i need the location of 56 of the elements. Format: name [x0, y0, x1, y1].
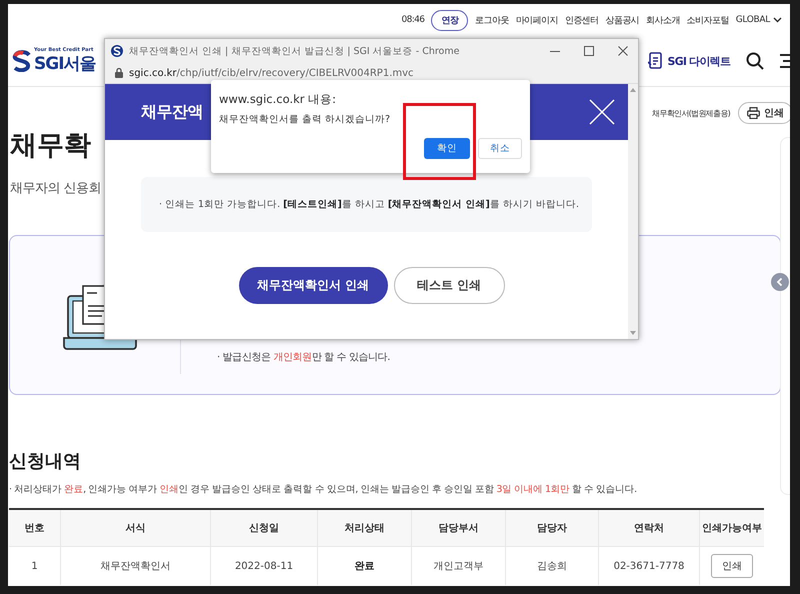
window-title: 채무잔액확인서 인쇄 | 채무잔액확인서 발급신청 | SGI 서울보증 - Chrome	[129, 44, 460, 58]
cancel-button[interactable]: 취소	[478, 138, 522, 159]
column-header: 번호	[9, 509, 60, 546]
print-button[interactable]: 인쇄	[738, 102, 790, 124]
test-print-button[interactable]: 테스트 인쇄	[394, 267, 504, 304]
print-button[interactable]: 채무잔액확인서 인쇄	[238, 267, 388, 304]
document-icon	[648, 52, 664, 70]
column-header: 담당부서	[412, 509, 506, 546]
chevron-down-icon	[773, 17, 782, 23]
column-header: 신청일	[210, 509, 318, 546]
notice-text: · 발급신청은 개인회원만 할 수 있습니다.	[217, 351, 390, 364]
top-link[interactable]: 로그아웃	[475, 14, 509, 26]
print-button[interactable]: 인쇄	[711, 554, 753, 578]
popup-title: 채무잔액	[141, 102, 203, 122]
session-time: 08:46	[401, 15, 424, 25]
top-link[interactable]: 소비자포털	[686, 14, 729, 26]
column-header: 인쇄가능여부	[700, 509, 764, 546]
table-cell: 김송희	[506, 546, 598, 585]
collapse-button[interactable]	[771, 273, 789, 291]
confirm-button[interactable]: 확인	[424, 138, 470, 159]
table-cell: 개인고객부	[412, 546, 506, 585]
column-header: 서식	[60, 509, 210, 546]
column-header: 연락처	[598, 509, 700, 546]
table-cell: 2022-08-11	[210, 546, 318, 585]
scroll-down-icon	[630, 331, 636, 335]
notice-text: · 처리상태가 완료, 인쇄가능 여부가 인쇄 인 경우 발급승인 상태로 출력할 수 있으며, 인쇄는 발급승인 후 승인일 포함 3일 이내에 1회만 할 수 있습니다.	[9, 483, 638, 496]
dialog-title: www.sgic.co.kr 내용:	[219, 92, 338, 107]
logo-icon	[12, 50, 32, 72]
site-icon	[111, 45, 123, 57]
printer-icon	[747, 107, 760, 119]
table-cell: 완료	[318, 546, 412, 585]
top-link[interactable]: 마이페이지	[516, 14, 558, 26]
document-label: 채무확인서(법원제출용)	[652, 108, 730, 118]
direct-link[interactable]: SGI 다이렉트	[648, 52, 730, 70]
search-icon[interactable]	[746, 52, 764, 70]
dialog-message: 채무잔액확인서를 출력 하시겠습니까?	[219, 113, 392, 126]
page-subtitle: 채무자의 신용회	[9, 180, 102, 197]
scroll-up-icon	[630, 88, 636, 92]
top-link[interactable]: 인증센터	[564, 14, 598, 26]
top-link[interactable]: 회사소개	[646, 14, 680, 26]
maximize-icon[interactable]	[584, 46, 594, 56]
logo-text: SGI서울	[34, 53, 96, 75]
table-cell: 02-3671-7778	[598, 546, 700, 585]
page-title: 채무확	[9, 129, 91, 163]
column-header: 담당자	[506, 509, 598, 546]
notice-text: · 인쇄는 1회만 가능합니다. [테스트인쇄]를 하시고 [채무잔액확인서 인쇄]를 하시기 바랍니다.	[159, 198, 579, 211]
extend-button[interactable]: 연장	[431, 10, 468, 30]
scrollbar[interactable]	[628, 84, 638, 339]
top-link[interactable]: 상품공시	[605, 14, 640, 26]
table-cell: 1	[9, 546, 60, 585]
close-icon[interactable]	[618, 46, 628, 56]
column-header: 처리상태	[318, 509, 412, 546]
table-cell: 채무잔액확인서	[60, 546, 210, 585]
language-selector[interactable]: GLOBAL	[736, 15, 782, 25]
section-title: 신청내역	[9, 450, 82, 473]
lock-icon	[115, 68, 123, 78]
